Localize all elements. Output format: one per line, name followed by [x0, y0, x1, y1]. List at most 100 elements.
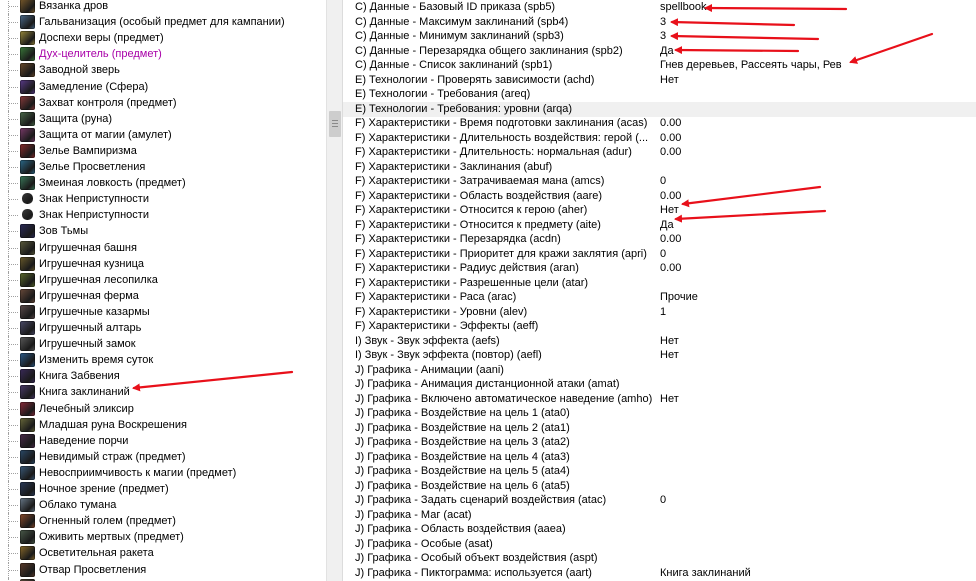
tree-scrollbar[interactable]: [326, 0, 343, 581]
tree-item[interactable]: Замедление (Сфера): [0, 78, 326, 95]
property-row[interactable]: C) Данные - Список заклинаний (spb1) Гнев…: [343, 58, 976, 73]
property-value[interactable]: Да: [660, 218, 674, 233]
property-row[interactable]: F) Характеристики - Эффекты (aeff): [343, 319, 976, 334]
property-row[interactable]: F) Характеристики - Область воздействия …: [343, 189, 976, 204]
property-row[interactable]: F) Характеристики - Заклинания (abuf): [343, 160, 976, 175]
property-row[interactable]: J) Графика - Воздействие на цель 2 (ata1…: [343, 421, 976, 436]
tree-item[interactable]: Змеиная ловкость (предмет): [0, 175, 326, 192]
tree-item[interactable]: Ночное зрение (предмет): [0, 481, 326, 497]
property-value[interactable]: Нет: [660, 348, 679, 363]
tree-item[interactable]: Вязанка дров: [0, 0, 326, 14]
property-value[interactable]: 0.00: [660, 232, 681, 247]
property-row[interactable]: J) Графика - Задать сценарий воздействия…: [343, 493, 976, 508]
property-row[interactable]: I) Звук - Звук эффекта (aefs) Нет: [343, 334, 976, 349]
property-row[interactable]: I) Звук - Звук эффекта (повтор) (aefl) Не…: [343, 348, 976, 363]
tree-item[interactable]: Огненный голем (предмет): [0, 513, 326, 530]
property-value[interactable]: Книга заклинаний: [660, 566, 751, 581]
tree-item[interactable]: Лечебный эликсир: [0, 400, 326, 417]
tree-item[interactable]: Защита (руна): [0, 110, 326, 127]
tree-item[interactable]: Знак Неприступности: [0, 191, 326, 208]
tree-item[interactable]: Осветительная ракета: [0, 545, 326, 562]
property-grid[interactable]: C) Данные - Базовый ID приказа (spb5) spe…: [343, 0, 976, 581]
tree-item[interactable]: Охотник за головами (предмет): [0, 577, 326, 581]
tree-item[interactable]: Игрушечная ферма: [0, 287, 326, 304]
property-value[interactable]: Нет: [660, 392, 679, 407]
property-row[interactable]: F) Характеристики - Длительность воздейс…: [343, 131, 976, 146]
property-value[interactable]: 0: [660, 174, 666, 189]
property-row[interactable]: F) Характеристики - Относится к герою (a…: [343, 203, 976, 218]
property-row[interactable]: J) Графика - Особые (asat): [343, 537, 976, 552]
property-row[interactable]: F) Характеристики - Относится к предмету…: [343, 218, 976, 233]
property-value[interactable]: Прочие: [660, 290, 698, 305]
property-row[interactable]: E) Технологии - Требования (areq): [343, 87, 976, 102]
property-row[interactable]: F) Характеристики - Раса (arac) Прочие: [343, 290, 976, 305]
property-value[interactable]: 0.00: [660, 261, 681, 276]
tree-item[interactable]: Захват контроля (предмет): [0, 94, 326, 111]
property-row[interactable]: J) Графика - Воздействие на цель 4 (ata3…: [343, 450, 976, 465]
property-value[interactable]: Гнев деревьев, Рассеять чары, Рев: [660, 58, 842, 73]
property-row[interactable]: C) Данные - Базовый ID приказа (spb5) spe…: [343, 0, 976, 15]
tree-item[interactable]: Знак Неприступности: [0, 207, 326, 224]
tree-item[interactable]: Изменить время суток: [0, 352, 326, 369]
tree-item[interactable]: Облако тумана: [0, 497, 326, 514]
tree-item[interactable]: Защита от магии (амулет): [0, 126, 326, 143]
property-row[interactable]: J) Графика - Особый объект воздействия (…: [343, 551, 976, 566]
property-value[interactable]: 0.00: [660, 131, 681, 146]
property-value[interactable]: 0.00: [660, 116, 681, 131]
property-value[interactable]: 3: [660, 15, 666, 30]
tree-item[interactable]: Младшая руна Воскрешения: [0, 416, 326, 433]
tree-item[interactable]: Игрушечная башня: [0, 239, 326, 256]
property-value[interactable]: spellbook: [660, 0, 706, 15]
property-row[interactable]: J) Графика - Воздействие на цель 5 (ata4…: [343, 464, 976, 479]
tree-item[interactable]: Книга заклинаний: [0, 384, 326, 401]
property-value[interactable]: 0.00: [660, 145, 681, 160]
tree-item[interactable]: Гальванизация (особый предмет для кампан…: [0, 14, 326, 31]
tree-item[interactable]: Игрушечная кузница: [0, 255, 326, 272]
property-value[interactable]: Нет: [660, 73, 679, 88]
property-row[interactable]: J) Графика - Область воздействия (aaea): [343, 522, 976, 537]
property-row[interactable]: J) Графика - Маг (acat): [343, 508, 976, 523]
property-row[interactable]: F) Характеристики - Затрачиваемая мана (…: [343, 174, 976, 189]
tree-item[interactable]: Наведение порчи: [0, 432, 326, 449]
property-row[interactable]: C) Данные - Максимум заклинаний (spb4) 3: [343, 15, 976, 30]
property-row[interactable]: F) Характеристики - Разрешенные цели (at…: [343, 276, 976, 291]
tree-item[interactable]: Зелье Вампиризма: [0, 142, 326, 159]
property-value[interactable]: Нет: [660, 334, 679, 349]
property-value[interactable]: Да: [660, 44, 674, 59]
property-row[interactable]: C) Данные - Перезарядка общего заклинани…: [343, 44, 976, 59]
property-value[interactable]: 3: [660, 29, 666, 44]
property-row[interactable]: E) Технологии - Требования: уровни (arqa…: [343, 101, 976, 117]
property-row[interactable]: J) Графика - Пиктограмма: используется (…: [343, 566, 976, 581]
property-row[interactable]: F) Характеристики - Время подготовки зак…: [343, 116, 976, 131]
tree-item[interactable]: Дух-целитель (предмет): [0, 46, 326, 63]
property-row[interactable]: F) Характеристики - Длительность: нормал…: [343, 145, 976, 160]
scrollbar-thumb[interactable]: [329, 111, 341, 137]
tree-item[interactable]: Заводной зверь: [0, 62, 326, 79]
property-row[interactable]: F) Характеристики - Перезарядка (acdn) 0.…: [343, 232, 976, 247]
property-row[interactable]: J) Графика - Анимация дистанционной атак…: [343, 377, 976, 392]
tree-item[interactable]: Игрушечные казармы: [0, 303, 326, 320]
property-row[interactable]: F) Характеристики - Радиус действия (ara…: [343, 261, 976, 276]
property-row[interactable]: F) Характеристики - Уровни (alev) 1: [343, 305, 976, 320]
tree-item[interactable]: Книга Забвения: [0, 368, 326, 385]
property-row[interactable]: J) Графика - Анимации (aani): [343, 363, 976, 378]
tree-item[interactable]: Оживить мертвых (предмет): [0, 529, 326, 546]
property-value[interactable]: 0: [660, 247, 666, 262]
tree-item[interactable]: Игрушечная лесопилка: [0, 271, 326, 288]
property-value[interactable]: 0.00: [660, 189, 681, 204]
tree-item[interactable]: Доспехи веры (предмет): [0, 30, 326, 47]
property-row[interactable]: J) Графика - Включено автоматическое нав…: [343, 392, 976, 407]
tree-item[interactable]: Отвар Просветления: [0, 561, 326, 578]
tree-item[interactable]: Зов Тьмы: [0, 223, 326, 240]
property-row[interactable]: E) Технологии - Проверять зависимости (a…: [343, 73, 976, 88]
property-value[interactable]: 0: [660, 493, 666, 508]
property-value[interactable]: 1: [660, 305, 666, 320]
property-row[interactable]: C) Данные - Минимум заклинаний (spb3) 3: [343, 29, 976, 44]
tree-item[interactable]: Зелье Просветления: [0, 159, 326, 175]
tree-item[interactable]: Игрушечный алтарь: [0, 320, 326, 336]
property-row[interactable]: J) Графика - Воздействие на цель 6 (ata5…: [343, 479, 976, 494]
tree-item[interactable]: Невидимый страж (предмет): [0, 448, 326, 465]
property-value[interactable]: Нет: [660, 203, 679, 218]
tree-item[interactable]: Игрушечный замок: [0, 336, 326, 353]
tree-item[interactable]: Невосприимчивость к магии (предмет): [0, 464, 326, 481]
